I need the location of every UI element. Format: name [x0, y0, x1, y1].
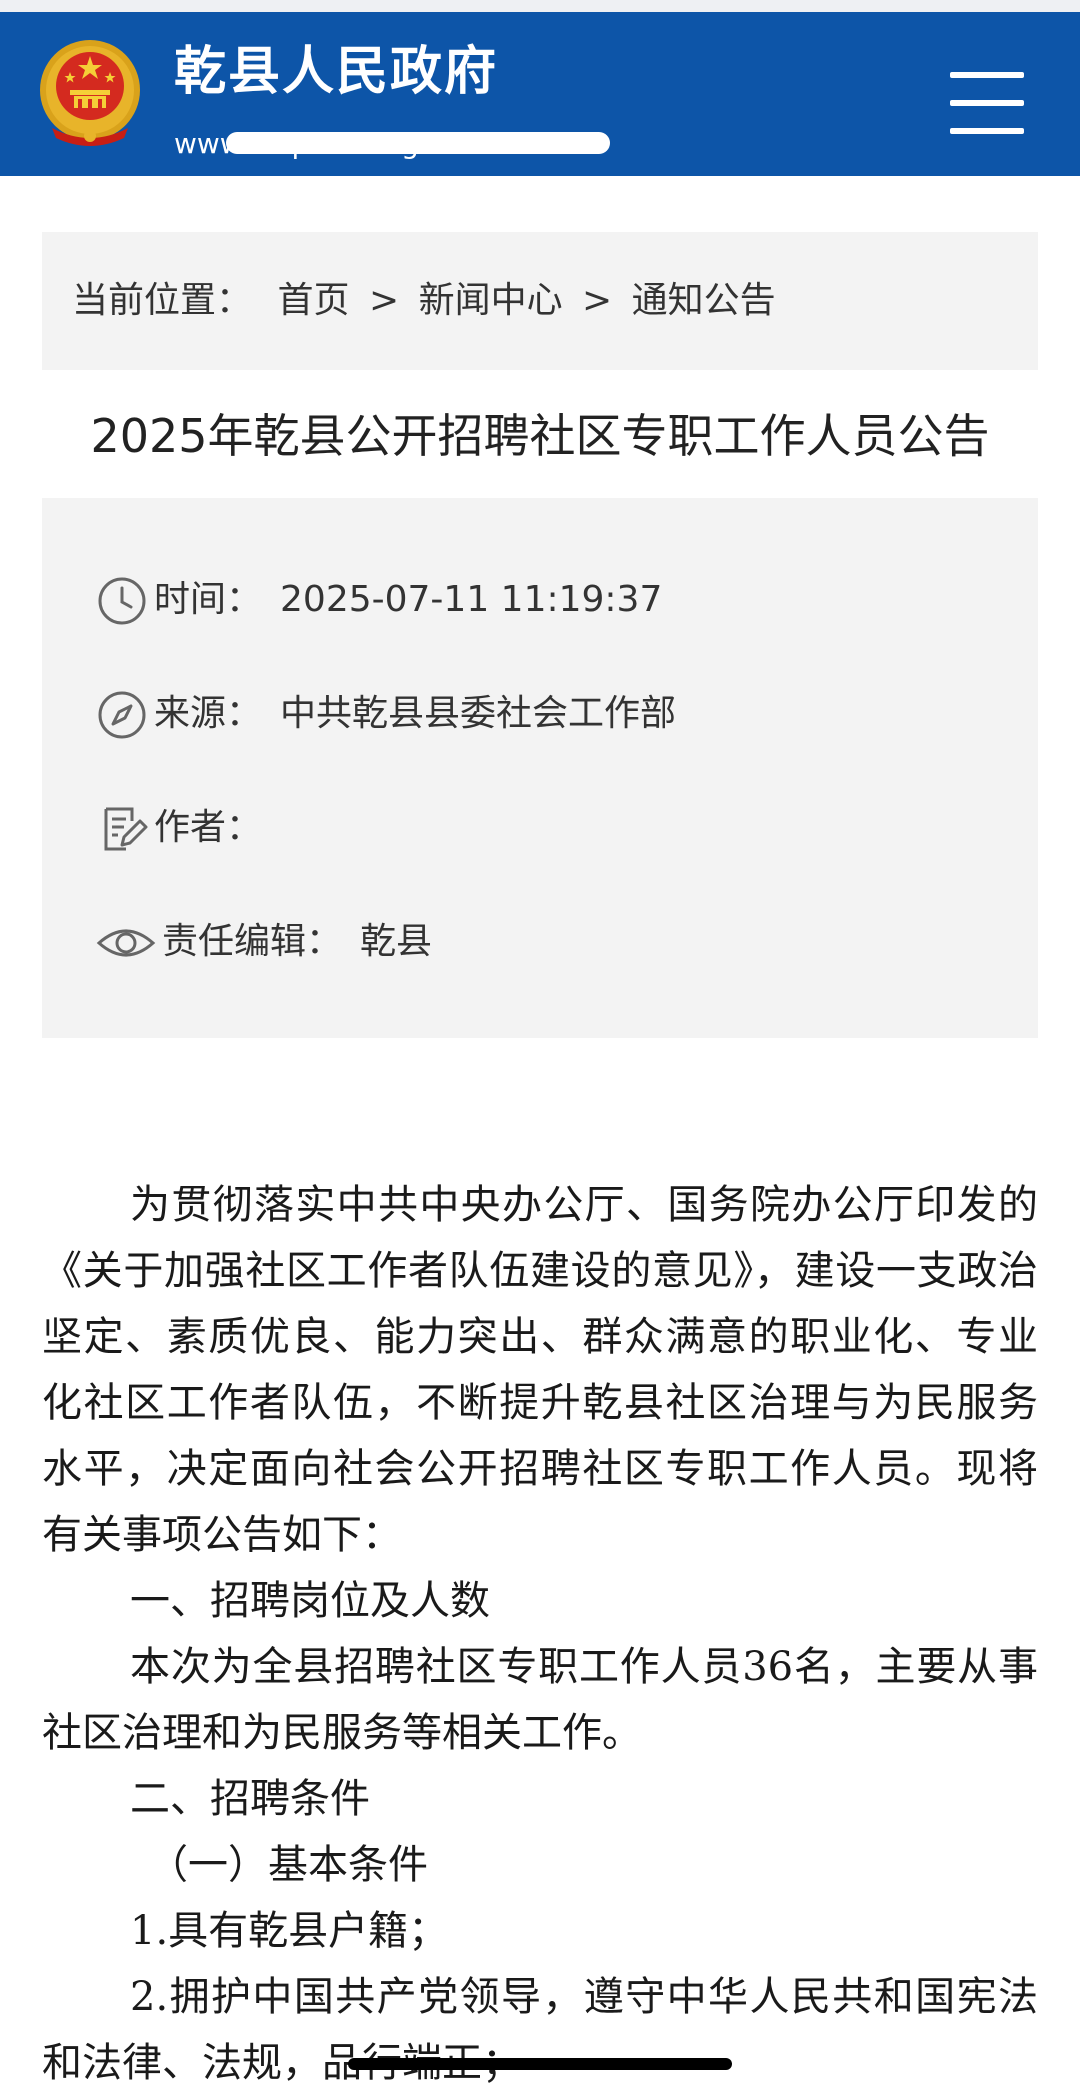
- breadcrumb: 当前位置： 首页 > 新闻中心 > 通知公告: [42, 232, 1038, 370]
- article-meta-panel: 时间： 2025-07-11 11:19:37 来源： 中共乾县县委社会工作部 作者…: [42, 498, 1038, 1038]
- breadcrumb-item-home[interactable]: 首页: [277, 280, 349, 321]
- compass-icon: [98, 691, 146, 739]
- meta-time-row: 时间： 2025-07-11 11:19:37: [96, 570, 662, 630]
- status-bar-strip: [0, 0, 1080, 12]
- redaction-scribble: [226, 132, 610, 154]
- breadcrumb-label: 当前位置：: [72, 280, 253, 321]
- breadcrumb-item-notices[interactable]: 通知公告: [632, 280, 776, 321]
- breadcrumb-item-news-center[interactable]: 新闻中心: [419, 280, 563, 321]
- subsection-heading: （一）基本条件: [148, 1842, 428, 1888]
- meta-editor-label: 责任编辑：: [162, 921, 343, 962]
- edit-document-icon: [104, 807, 148, 851]
- article-body: 为贯彻落实中共中央办公厅、国务院办公厅印发的《关于加强社区工作者队伍建设的意见》…: [42, 1172, 1038, 2096]
- body-paragraph: 本次为全县招聘社区专职工作人员36名，主要从事社区治理和为民服务等相关工作。: [42, 1644, 1038, 1756]
- list-item: 1.具有乾县户籍；: [130, 1908, 449, 1954]
- meta-source-label: 来源：: [154, 693, 263, 734]
- meta-editor-row: 责任编辑： 乾县: [96, 912, 432, 972]
- meta-editor-value: 乾县: [360, 921, 433, 962]
- meta-source-row: 来源： 中共乾县县委社会工作部: [96, 684, 676, 744]
- section-heading: 二、招聘条件: [130, 1776, 370, 1822]
- body-paragraph: 为贯彻落实中共中央办公厅、国务院办公厅印发的《关于加强社区工作者队伍建设的意见》…: [42, 1182, 1038, 1558]
- breadcrumb-separator: >: [582, 280, 613, 321]
- home-indicator[interactable]: [348, 2058, 732, 2070]
- section-heading: 一、招聘岗位及人数: [130, 1578, 490, 1624]
- breadcrumb-separator: >: [368, 280, 400, 321]
- meta-author-row: 作者：: [96, 798, 280, 858]
- site-header: 乾县人民政府 www.shqianxiangov.cn: [0, 12, 1080, 176]
- meta-source-value: 中共乾县县委社会工作部: [280, 693, 677, 734]
- article-title: 2025年乾县公开招聘社区专职工作人员公告: [90, 409, 990, 463]
- national-emblem-icon: [40, 40, 140, 146]
- list-item: 2.拥护中国共产党领导，遵守中华人民共和国宪法和法律、法规，品行端正；: [42, 1974, 1038, 2086]
- meta-time-value: 2025-07-11 11:19:37: [280, 579, 663, 620]
- meta-time-label: 时间：: [154, 579, 263, 620]
- site-title[interactable]: 乾县人民政府: [174, 42, 498, 102]
- clock-icon: [98, 577, 146, 625]
- eye-icon: [96, 929, 156, 957]
- hamburger-menu-icon[interactable]: [950, 72, 1024, 134]
- meta-author-label: 作者：: [154, 807, 263, 848]
